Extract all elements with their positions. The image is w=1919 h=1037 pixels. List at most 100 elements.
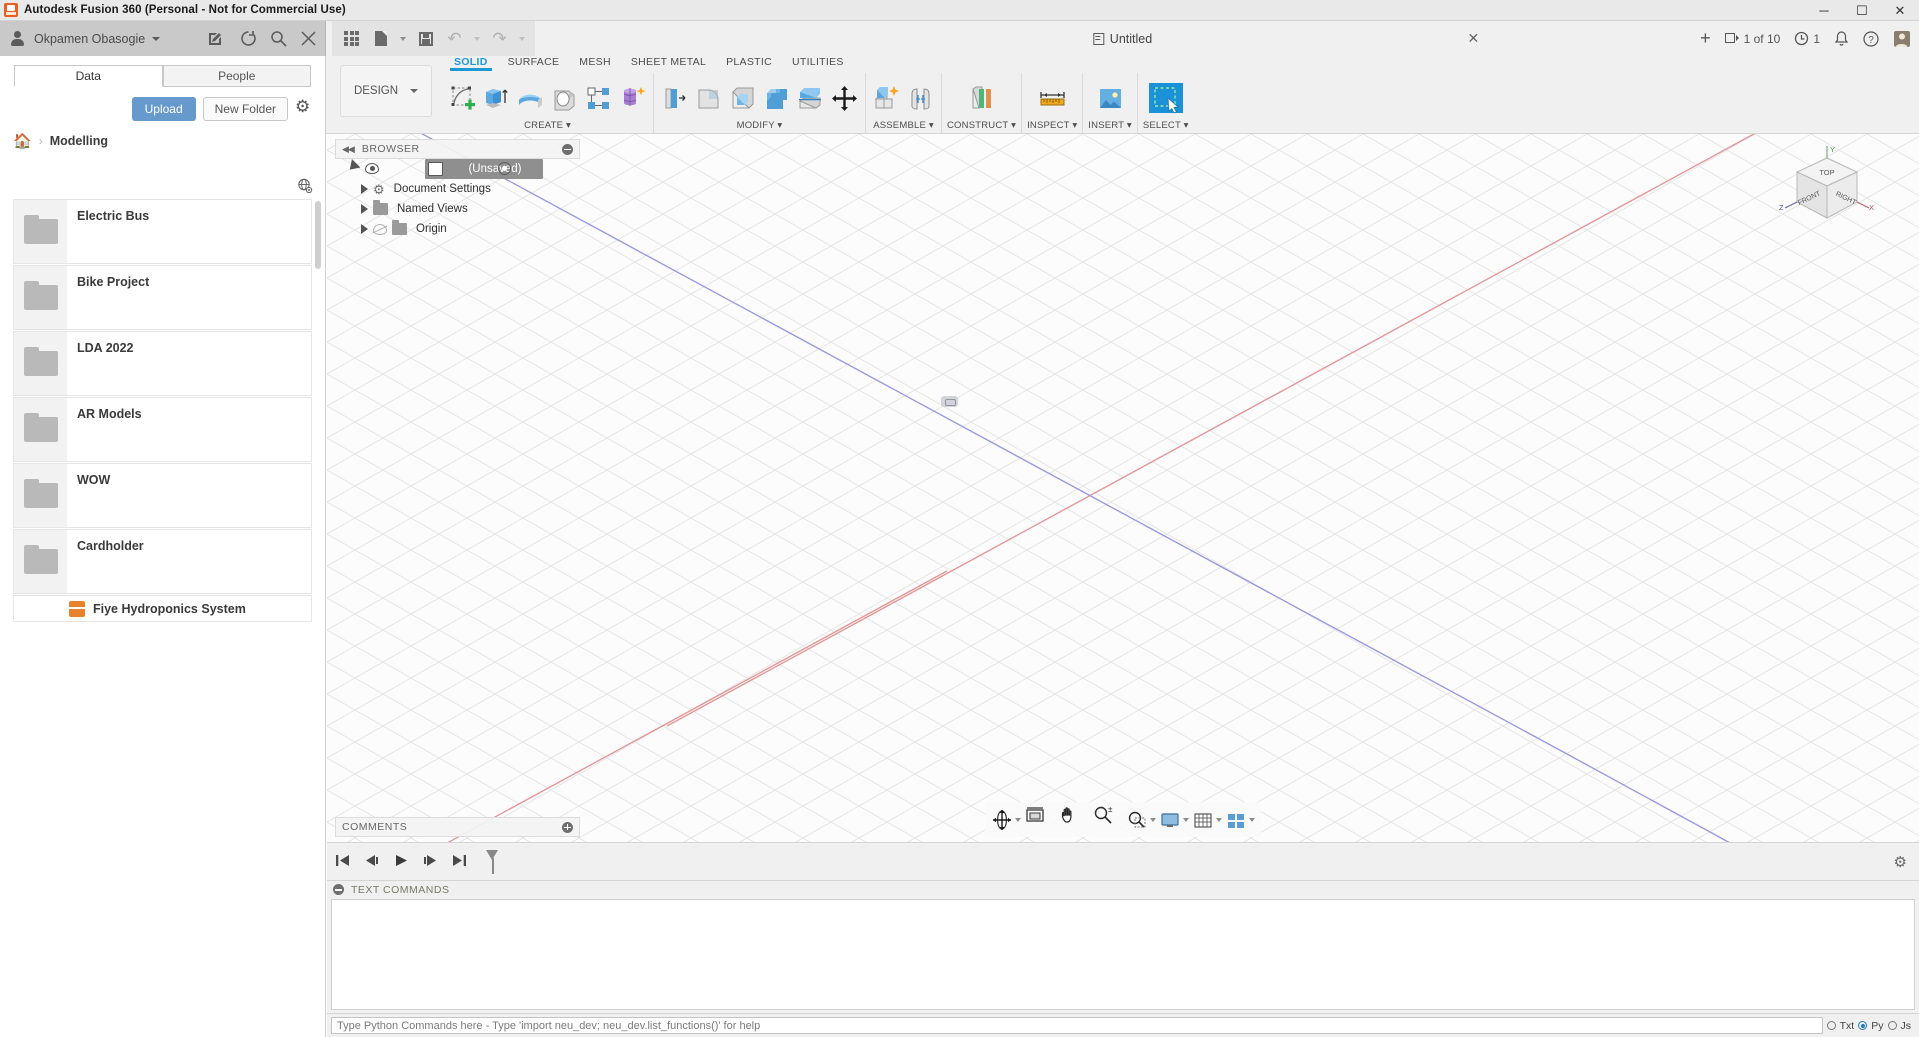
browser-node-root[interactable]: (Unsaved) (335, 159, 580, 179)
zoom-window-icon[interactable] (1126, 809, 1148, 831)
workspace-switcher-button[interactable]: DESIGN (340, 65, 432, 117)
tab-data[interactable]: Data (14, 65, 163, 87)
timeline-marker-icon[interactable] (486, 849, 499, 874)
expand-triangle-icon[interactable] (361, 184, 368, 194)
orbit-dropdown-icon[interactable] (1015, 817, 1021, 822)
app-grid-icon[interactable] (338, 25, 365, 53)
panel-label-modify[interactable]: MODIFY ▾ (737, 120, 783, 134)
tab-sheet-metal[interactable]: SHEET METAL (621, 56, 716, 68)
extrude-icon[interactable] (481, 83, 512, 114)
create-sketch-icon[interactable] (447, 83, 478, 114)
plus-circle-icon[interactable] (562, 821, 573, 833)
tab-surface[interactable]: SURFACE (498, 56, 570, 68)
visibility-off-icon[interactable] (373, 223, 387, 235)
search-icon[interactable] (263, 21, 293, 56)
save-icon[interactable] (412, 25, 439, 53)
step-back-icon[interactable] (364, 853, 380, 871)
zoom-window-button[interactable] (1126, 809, 1156, 831)
comments-panel[interactable]: COMMENTS (335, 817, 580, 837)
display-settings-dropdown-icon[interactable] (1183, 817, 1189, 822)
viewports-dropdown-icon[interactable] (1249, 817, 1255, 822)
close-window-button[interactable]: ✕ (1881, 0, 1919, 21)
list-item[interactable]: AR Models (13, 397, 312, 462)
refresh-icon[interactable] (233, 21, 263, 56)
go-to-beginning-icon[interactable] (335, 853, 351, 871)
panel-label-inspect[interactable]: INSPECT ▾ (1027, 120, 1077, 134)
measure-icon[interactable] (1037, 83, 1068, 114)
display-settings-icon[interactable] (1159, 809, 1181, 831)
combine-icon[interactable] (761, 83, 792, 114)
new-folder-button[interactable]: New Folder (202, 97, 288, 121)
grid-snaps-dropdown-icon[interactable] (1216, 817, 1222, 822)
breadcrumb-current[interactable]: Modelling (50, 134, 108, 148)
close-document-tab-button[interactable]: ✕ (1468, 30, 1480, 47)
close-panel-icon[interactable] (293, 21, 323, 56)
panel-label-assemble[interactable]: ASSEMBLE ▾ (873, 120, 934, 134)
joint-icon[interactable] (905, 83, 936, 114)
viewports-icon[interactable] (1225, 809, 1247, 831)
scrollbar-thumb[interactable] (315, 201, 321, 269)
browser-root-row[interactable]: (Unsaved) (425, 159, 543, 179)
minus-circle-icon[interactable] (562, 143, 573, 155)
minimize-button[interactable]: ─ (1805, 0, 1843, 21)
timeline-settings-icon[interactable]: ⚙ (1894, 853, 1907, 871)
account-name[interactable]: Okpamen Obasogie (34, 32, 145, 46)
grid-snaps-icon[interactable] (1192, 809, 1214, 831)
expand-triangle-icon[interactable] (361, 224, 368, 234)
zoom-icon[interactable]: ± (1092, 804, 1123, 835)
display-settings-button[interactable] (1159, 809, 1189, 831)
activate-component-icon[interactable] (498, 162, 511, 175)
browser-node-document-settings[interactable]: ⚙ Document Settings (335, 179, 580, 199)
file-list[interactable]: Electric Bus Bike Project LDA 2022 AR Mo… (13, 199, 312, 1037)
go-to-end-icon[interactable] (451, 853, 467, 871)
minus-circle-icon[interactable] (333, 884, 344, 895)
data-panel-settings-icon[interactable] (295, 97, 311, 117)
list-item[interactable]: Electric Bus (13, 199, 312, 264)
tab-plastic[interactable]: PLASTIC (716, 56, 782, 68)
panel-label-insert[interactable]: INSERT ▾ (1088, 120, 1132, 134)
job-status-indicator[interactable]: 1 (1794, 31, 1820, 46)
file-count-indicator[interactable]: 1 of 10 (1724, 32, 1780, 46)
press-pull-icon[interactable] (659, 83, 690, 114)
expand-triangle-icon[interactable] (345, 159, 361, 174)
select-window-icon[interactable] (1148, 81, 1183, 115)
orbit-button[interactable] (991, 809, 1021, 831)
text-commands-output[interactable] (331, 899, 1915, 1010)
pan-icon[interactable] (1058, 804, 1089, 835)
tab-utilities[interactable]: UTILITIES (782, 56, 854, 68)
viewport-canvas[interactable]: ◀◀ BROWSER (Unsaved) ⚙ Document Settings… (327, 134, 1919, 842)
undo-dropdown-icon[interactable] (470, 25, 484, 53)
collapse-left-icon[interactable]: ◀◀ (342, 144, 355, 155)
new-component-icon[interactable] (871, 83, 902, 114)
visibility-eye-icon[interactable] (365, 163, 379, 174)
browser-node-origin[interactable]: Origin (335, 219, 580, 239)
python-command-input[interactable]: Type Python Commands here - Type 'import… (331, 1017, 1823, 1034)
sweep-icon[interactable] (549, 83, 580, 114)
fillet-icon[interactable] (693, 83, 724, 114)
revolve-icon[interactable] (515, 83, 546, 114)
home-icon[interactable]: 🏠 (13, 132, 32, 150)
list-item[interactable]: Cardholder (13, 529, 312, 594)
look-at-icon[interactable] (1024, 804, 1055, 835)
form-icon[interactable] (617, 83, 648, 114)
step-forward-icon[interactable] (422, 853, 438, 871)
orbit-icon[interactable] (991, 809, 1013, 831)
panel-label-select[interactable]: SELECT ▾ (1143, 120, 1189, 134)
list-item[interactable]: Bike Project (13, 265, 312, 330)
offset-plane-icon[interactable] (966, 83, 997, 114)
list-item[interactable]: LDA 2022 (13, 331, 312, 396)
radio-py[interactable] (1858, 1021, 1868, 1030)
new-document-dropdown-icon[interactable] (396, 25, 410, 53)
viewports-button[interactable] (1225, 809, 1255, 831)
redo-dropdown-icon[interactable] (515, 25, 529, 53)
radio-js[interactable] (1887, 1021, 1897, 1030)
maximize-button[interactable]: ☐ (1843, 0, 1881, 21)
bell-icon[interactable] (1834, 30, 1849, 47)
help-icon[interactable]: ? (1863, 30, 1879, 47)
document-tab[interactable]: Untitled (1092, 32, 1152, 46)
panel-label-construct[interactable]: CONSTRUCT ▾ (947, 120, 1016, 134)
new-tab-button[interactable]: + (1700, 28, 1711, 49)
tab-people[interactable]: People (162, 65, 311, 87)
shell-icon[interactable] (727, 83, 758, 114)
play-icon[interactable] (393, 853, 409, 871)
